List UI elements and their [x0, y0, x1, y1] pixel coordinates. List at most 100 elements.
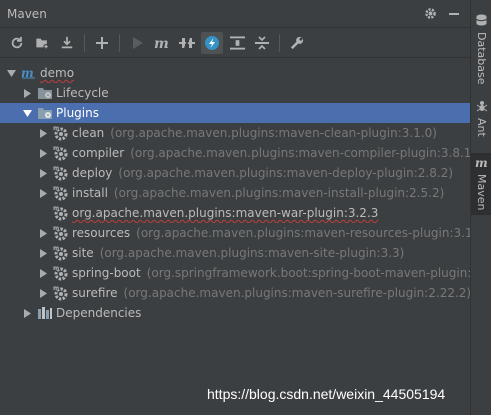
- database-icon: [476, 14, 487, 29]
- plugin-coordinates: (org.apache.maven.plugins:maven-site-plu…: [99, 246, 405, 260]
- svg-text:m: m: [53, 245, 59, 252]
- plugin-coordinates: (org.springframework.boot:spring-boot-ma…: [146, 266, 470, 280]
- tree-node-label: Plugins: [56, 106, 99, 120]
- side-tab-label: Database: [475, 32, 488, 85]
- right-tool-window-bar: Database Ant m Maven: [470, 0, 491, 415]
- svg-text:m: m: [53, 145, 59, 152]
- maven-tool-window: Maven m m demo Lifecycle Plugins m clean…: [0, 0, 470, 415]
- maven-project-icon: m: [21, 65, 37, 81]
- collapsed-arrow-icon[interactable]: [37, 127, 49, 139]
- collapsed-arrow-icon[interactable]: [37, 267, 49, 279]
- settings-gear-icon[interactable]: [422, 6, 438, 22]
- watermark-url: https://blog.csdn.net/weixin_44505194: [207, 386, 446, 402]
- plugin-name: surefire: [72, 286, 118, 300]
- plugin-coordinates: (org.apache.maven.plugins:maven-resource…: [136, 226, 470, 240]
- download-sources-icon[interactable]: [56, 32, 78, 54]
- maven-m-icon: m: [475, 156, 488, 171]
- maven-toolbar: m: [0, 28, 470, 58]
- collapsed-arrow-icon[interactable]: [21, 307, 33, 319]
- svg-text:m: m: [53, 205, 59, 212]
- svg-text:m: m: [53, 125, 59, 132]
- ant-icon: [476, 100, 488, 115]
- side-tab-ant[interactable]: Ant: [471, 100, 491, 137]
- tree-node-plugin-compiler[interactable]: m compiler (org.apache.maven.plugins:mav…: [0, 143, 470, 163]
- collapsed-arrow-icon[interactable]: [21, 87, 33, 99]
- plugin-name: site: [72, 246, 94, 260]
- side-tab-label: Ant: [475, 118, 488, 137]
- svg-text:m: m: [53, 265, 59, 272]
- plugin-gear-icon: m: [53, 265, 69, 281]
- collapsed-arrow-icon[interactable]: [37, 227, 49, 239]
- generate-sources-icon[interactable]: [31, 32, 53, 54]
- plugin-coordinates: (org.apache.maven.plugins:maven-install-…: [113, 186, 445, 200]
- plugin-gear-icon: m: [53, 245, 69, 261]
- plugin-gear-icon: m: [53, 225, 69, 241]
- toolbar-separator: [279, 33, 280, 52]
- svg-text:m: m: [475, 157, 488, 168]
- svg-text:m: m: [53, 185, 59, 192]
- plugin-gear-icon: m: [53, 165, 69, 181]
- plugin-coordinates: (org.apache.maven.plugins:maven-clean-pl…: [110, 126, 437, 140]
- svg-text:m: m: [53, 165, 59, 172]
- plugin-coordinates: (org.apache.maven.plugins:maven-compiler…: [130, 146, 470, 160]
- tree-node-lifecycle[interactable]: Lifecycle: [0, 83, 470, 103]
- svg-text:m: m: [154, 36, 169, 49]
- tree-node-plugin-spring-boot[interactable]: m spring-boot (org.springframework.boot:…: [0, 263, 470, 283]
- collapsed-arrow-icon[interactable]: [37, 247, 49, 259]
- reload-projects-icon[interactable]: [6, 32, 28, 54]
- tool-window-title: Maven: [7, 6, 47, 21]
- tree-node-plugin-surefire[interactable]: m surefire (org.apache.maven.plugins:mav…: [0, 283, 470, 303]
- hide-panel-icon[interactable]: [446, 6, 462, 22]
- add-project-icon[interactable]: [91, 32, 113, 54]
- plugin-name: org.apache.maven.plugins:maven-war-plugi…: [72, 206, 379, 220]
- run-icon[interactable]: [126, 32, 148, 54]
- toggle-offline-mode-icon[interactable]: [176, 32, 198, 54]
- plugin-name: install: [72, 186, 108, 200]
- tree-node-label: Lifecycle: [56, 86, 109, 100]
- toggle-skip-tests-icon[interactable]: [201, 31, 223, 54]
- plugins-folder-icon: [37, 105, 53, 121]
- collapsed-arrow-icon[interactable]: [37, 167, 49, 179]
- toolbar-separator: [84, 33, 85, 52]
- lifecycle-folder-icon: [37, 85, 53, 101]
- tree-node-label: Dependencies: [56, 306, 142, 320]
- maven-project-tree: m demo Lifecycle Plugins m clean (org.ap…: [0, 63, 470, 323]
- tree-node-plugin-clean[interactable]: m clean (org.apache.maven.plugins:maven-…: [0, 123, 470, 143]
- side-tab-label: Maven: [475, 174, 488, 211]
- plugin-gear-icon: m: [53, 185, 69, 201]
- plugin-gear-icon: m: [53, 205, 69, 221]
- dependencies-icon: [37, 305, 53, 321]
- tree-node-plugin-resources[interactable]: m resources (org.apache.maven.plugins:ma…: [0, 223, 470, 243]
- tree-node-plugins[interactable]: Plugins: [0, 103, 470, 123]
- expand-arrow-icon[interactable]: [21, 107, 33, 119]
- tree-node-plugin-install[interactable]: m install (org.apache.maven.plugins:mave…: [0, 183, 470, 203]
- tree-node-dependencies[interactable]: Dependencies: [0, 303, 470, 323]
- side-tab-database[interactable]: Database: [471, 14, 491, 85]
- plugin-gear-icon: m: [53, 145, 69, 161]
- tree-node-label: demo: [40, 66, 75, 80]
- collapsed-arrow-icon[interactable]: [37, 287, 49, 299]
- plugin-gear-icon: m: [53, 285, 69, 301]
- collapsed-arrow-icon[interactable]: [37, 147, 49, 159]
- toolbar-separator: [119, 33, 120, 52]
- tree-node-plugin-war[interactable]: m org.apache.maven.plugins:maven-war-plu…: [0, 203, 470, 223]
- plugin-name: spring-boot: [72, 266, 141, 280]
- collapse-all-icon[interactable]: [251, 32, 273, 54]
- svg-text:m: m: [53, 225, 59, 232]
- maven-settings-wrench-icon[interactable]: [286, 32, 308, 54]
- side-tab-maven[interactable]: m Maven: [471, 153, 491, 215]
- plugin-name: compiler: [72, 146, 125, 160]
- collapsed-arrow-icon[interactable]: [37, 187, 49, 199]
- tree-node-demo[interactable]: m demo: [0, 63, 470, 83]
- show-dependencies-icon[interactable]: [226, 32, 248, 54]
- plugin-gear-icon: m: [53, 125, 69, 141]
- expand-arrow-icon[interactable]: [5, 67, 17, 79]
- plugin-name: deploy: [72, 166, 113, 180]
- plugin-coordinates: (org.apache.maven.plugins:maven-surefire…: [123, 286, 470, 300]
- tree-node-plugin-deploy[interactable]: m deploy (org.apache.maven.plugins:maven…: [0, 163, 470, 183]
- plugin-name: clean: [72, 126, 105, 140]
- execute-maven-goal-icon[interactable]: m: [151, 32, 173, 54]
- tool-window-header: Maven: [0, 0, 470, 28]
- tree-node-plugin-site[interactable]: m site (org.apache.maven.plugins:maven-s…: [0, 243, 470, 263]
- plugin-name: resources: [72, 226, 131, 240]
